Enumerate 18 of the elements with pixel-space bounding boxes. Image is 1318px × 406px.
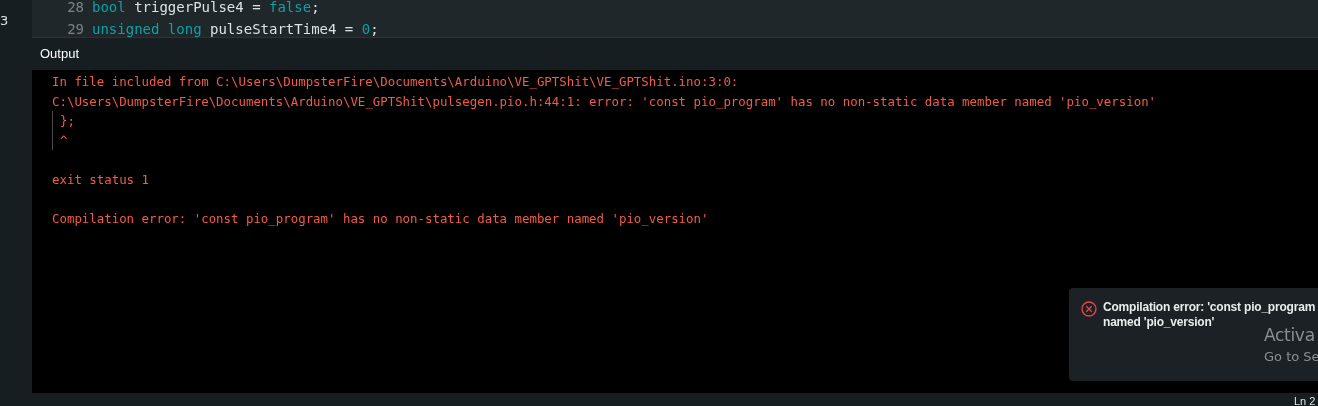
sidebar-label: 3 <box>0 13 9 28</box>
error-icon <box>1081 301 1097 317</box>
code-line: bool triggerPulse4 = false; <box>92 0 320 17</box>
output-line: ^ <box>60 132 68 148</box>
line-number: 29 <box>66 19 85 37</box>
notification-message: named 'pio_version' <box>1103 315 1215 330</box>
activation-title: Activa <box>1264 324 1316 347</box>
output-line: exit status 1 <box>52 170 149 189</box>
notification-message: Compilation error: 'const pio_program <box>1103 300 1316 315</box>
output-line: }; <box>60 113 75 128</box>
line-number: 28 <box>66 0 85 17</box>
output-line: C:\Users\DumpsterFire\Documents\Arduino\VE_GPTShit\pulsegen.pio.h:44:1: error: 'const pio_program' has no non-static data member named 'pio_version' <box>52 92 1157 111</box>
output-title: Output <box>40 45 80 64</box>
output-line: Compilation error: 'const pio_program' has no non-static data member named 'pio_version' <box>52 209 709 228</box>
output-line: In file included from C:\Users\DumpsterFire\Documents\Arduino\VE_GPTShit\VE_GPTShit.ino:3:0: <box>52 73 739 91</box>
cursor-position[interactable]: Ln 2 <box>1294 396 1316 406</box>
code-line: unsigned long pulseStartTime4 = 0; <box>92 19 379 37</box>
activation-subtitle: Go to Se <box>1264 348 1318 366</box>
